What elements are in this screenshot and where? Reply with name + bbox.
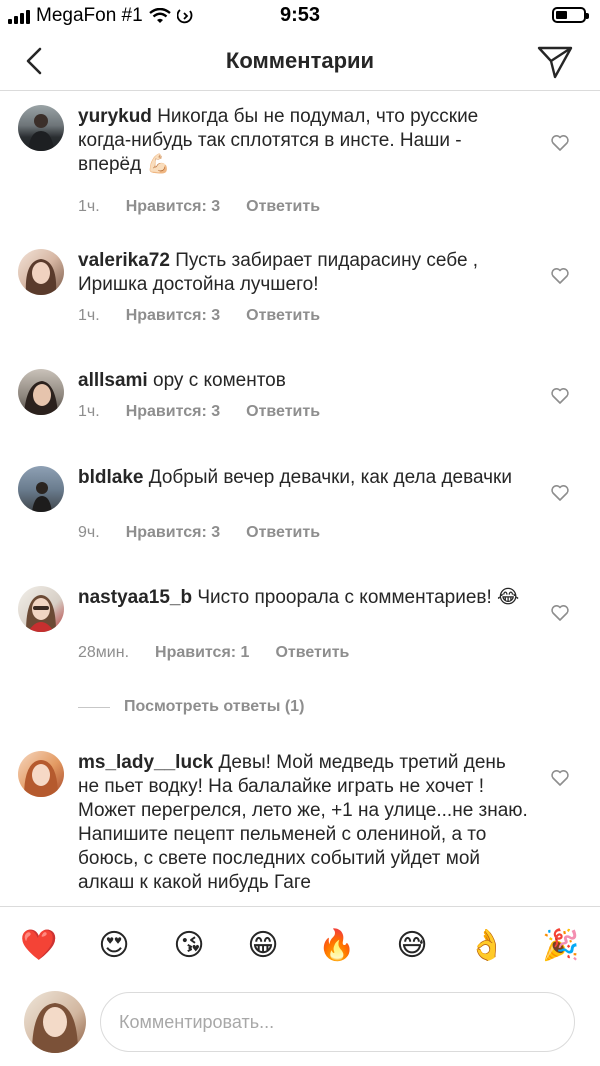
fire-emoji-button[interactable]: 🔥 <box>318 927 356 965</box>
comment-time: 28мин. <box>78 644 130 661</box>
comments-list[interactable]: yurykud Никогда бы не подумал, что русск… <box>0 91 600 906</box>
avatar[interactable] <box>18 105 64 151</box>
comment-username[interactable]: alllsami <box>78 370 148 391</box>
comment-time: 1ч. <box>78 403 100 420</box>
like-heart-icon[interactable] <box>550 386 570 406</box>
like-heart-icon[interactable] <box>550 768 570 788</box>
party-popper-emoji-button[interactable]: 🎉 <box>542 927 580 965</box>
grin-emoji-button[interactable]: 😁 <box>244 927 282 965</box>
header: Комментарии <box>0 34 600 91</box>
comment-username[interactable]: yurykud <box>78 106 152 127</box>
comment-username[interactable]: nastyaa15_b <box>78 587 192 608</box>
avatar[interactable] <box>18 249 64 295</box>
comment-meta: 9ч. Нравится: 3 Ответить <box>78 524 320 542</box>
comment-meta: 1ч. Нравится: 3 Ответить <box>78 198 320 216</box>
reply-button[interactable]: Ответить <box>246 307 320 325</box>
battery-icon <box>552 7 589 23</box>
comment-text: Добрый вечер девачки, как дела девачки <box>148 467 512 488</box>
like-heart-icon[interactable] <box>550 266 570 286</box>
divider <box>78 706 110 708</box>
reply-button[interactable]: Ответить <box>246 403 320 421</box>
comment-input[interactable] <box>100 992 575 1052</box>
emoji-bar: ❤️ 😍 😘 😁 🔥 😅 👌 🎉 <box>0 906 600 987</box>
view-replies-button[interactable]: Посмотреть ответы (1) <box>78 698 304 716</box>
comment-text-block: yurykud Никогда бы не подумал, что русск… <box>78 105 528 177</box>
comment-username[interactable]: ms_lady__luck <box>78 752 213 773</box>
comment-composer <box>0 986 600 1066</box>
comment-likes[interactable]: Нравится: 1 <box>155 644 249 662</box>
comment-text: Чисто проорала с комментариев! 😂 <box>197 587 520 608</box>
comment-text-block: valerika72 Пусть забирает пидарасину себ… <box>78 249 528 297</box>
comment-text-block: ms_lady__luck Девы! Мой медведь третий д… <box>78 751 528 895</box>
comment-meta: 28мин. Нравится: 1 Ответить <box>78 644 349 662</box>
comment-text: Девы! Мой медведь третий день не пьет во… <box>78 752 528 893</box>
avatar[interactable] <box>18 751 64 797</box>
comment-username[interactable]: valerika72 <box>78 250 170 271</box>
like-heart-icon[interactable] <box>550 483 570 503</box>
kiss-emoji-button[interactable]: 😘 <box>170 927 208 965</box>
avatar[interactable] <box>18 586 64 632</box>
avatar[interactable] <box>18 369 64 415</box>
reply-button[interactable]: Ответить <box>246 198 320 216</box>
like-heart-icon[interactable] <box>550 133 570 153</box>
ok-hand-emoji-button[interactable]: 👌 <box>468 927 506 965</box>
comment-username[interactable]: bldlake <box>78 467 143 488</box>
status-time: 9:53 <box>279 4 321 26</box>
status-bar: MegaFon #1 9:53 <box>0 0 600 34</box>
avatar[interactable] <box>18 466 64 512</box>
comment-meta: 1ч. Нравится: 3 Ответить <box>78 403 320 421</box>
reply-button[interactable]: Ответить <box>275 644 349 662</box>
comment-time: 1ч. <box>78 198 100 215</box>
avatar <box>24 991 86 1053</box>
comment-text-block: nastyaa15_b Чисто проорала с комментарие… <box>78 586 528 610</box>
comment-time: 1ч. <box>78 307 100 324</box>
heart-eyes-emoji-button[interactable]: 😍 <box>95 927 133 965</box>
direct-send-icon[interactable] <box>536 44 574 80</box>
comment-time: 9ч. <box>78 524 100 541</box>
comment-meta: 1ч. Нравится: 3 Ответить <box>78 307 320 325</box>
heart-emoji-button[interactable]: ❤️ <box>20 927 58 965</box>
comment-text: ору с коментов <box>153 370 286 391</box>
comment-likes[interactable]: Нравится: 3 <box>126 198 220 216</box>
reply-button[interactable]: Ответить <box>246 524 320 542</box>
like-heart-icon[interactable] <box>550 603 570 623</box>
comment-text-block: alllsami ору с коментов <box>78 369 528 393</box>
comment-likes[interactable]: Нравится: 3 <box>126 403 220 421</box>
page-title: Комментарии <box>225 48 375 73</box>
view-replies-label: Посмотреть ответы (1) <box>124 698 305 715</box>
sweat-smile-emoji-button[interactable]: 😅 <box>393 927 431 965</box>
comment-text-block: bldlake Добрый вечер девачки, как дела д… <box>78 466 528 490</box>
comment-likes[interactable]: Нравится: 3 <box>126 524 220 542</box>
comment-likes[interactable]: Нравится: 3 <box>126 307 220 325</box>
